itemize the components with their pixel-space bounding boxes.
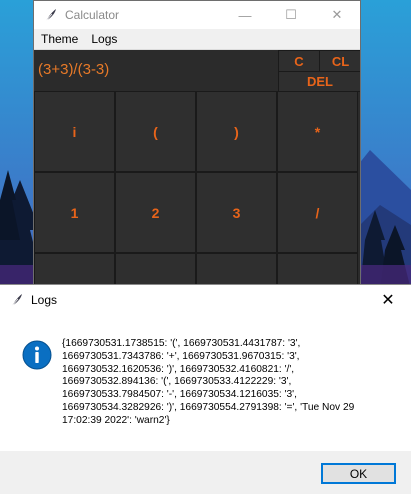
window-title: Calculator [65, 8, 120, 22]
menu-logs[interactable]: Logs [91, 32, 117, 46]
key-multiply[interactable]: * [277, 91, 358, 172]
key-i[interactable]: i [34, 91, 115, 172]
info-icon [22, 340, 52, 370]
dialog-footer: OK [0, 451, 411, 494]
expression-display: (3+3)/(3-3) [38, 61, 110, 78]
close-button[interactable]: ✕ [314, 1, 360, 29]
dialog-titlebar[interactable]: Logs ✕ [0, 285, 411, 315]
menubar: Theme Logs [34, 29, 360, 50]
logs-dialog: Logs ✕ {1669730531.1738515: '(', 1669730… [0, 284, 411, 494]
clear-line-button[interactable]: CL [319, 50, 360, 72]
clear-button[interactable]: C [278, 50, 320, 72]
minimize-button[interactable]: — [222, 1, 268, 29]
key-divide[interactable]: / [277, 172, 358, 253]
key-2[interactable]: 2 [115, 172, 196, 253]
key-3[interactable]: 3 [196, 172, 277, 253]
calculator-window: Calculator — ☐ ✕ Theme Logs (3+3)/(3-3) … [33, 0, 361, 292]
dialog-close-button[interactable]: ✕ [365, 285, 411, 315]
display-area: (3+3)/(3-3) C CL DEL [34, 50, 360, 92]
keypad: i ( ) * 1 2 3 / [34, 91, 360, 291]
key-open-paren[interactable]: ( [115, 91, 196, 172]
feather-icon [11, 294, 22, 307]
dialog-title: Logs [31, 293, 58, 307]
delete-button[interactable]: DEL [278, 71, 360, 92]
maximize-button[interactable]: ☐ [268, 1, 314, 29]
menu-theme[interactable]: Theme [41, 32, 78, 46]
key-1[interactable]: 1 [34, 172, 115, 253]
feather-icon [45, 9, 56, 22]
calculator-titlebar[interactable]: Calculator — ☐ ✕ [34, 1, 360, 29]
ok-button[interactable]: OK [321, 463, 396, 484]
key-close-paren[interactable]: ) [196, 91, 277, 172]
dialog-message: {1669730531.1738515: '(', 1669730531.443… [62, 338, 355, 426]
